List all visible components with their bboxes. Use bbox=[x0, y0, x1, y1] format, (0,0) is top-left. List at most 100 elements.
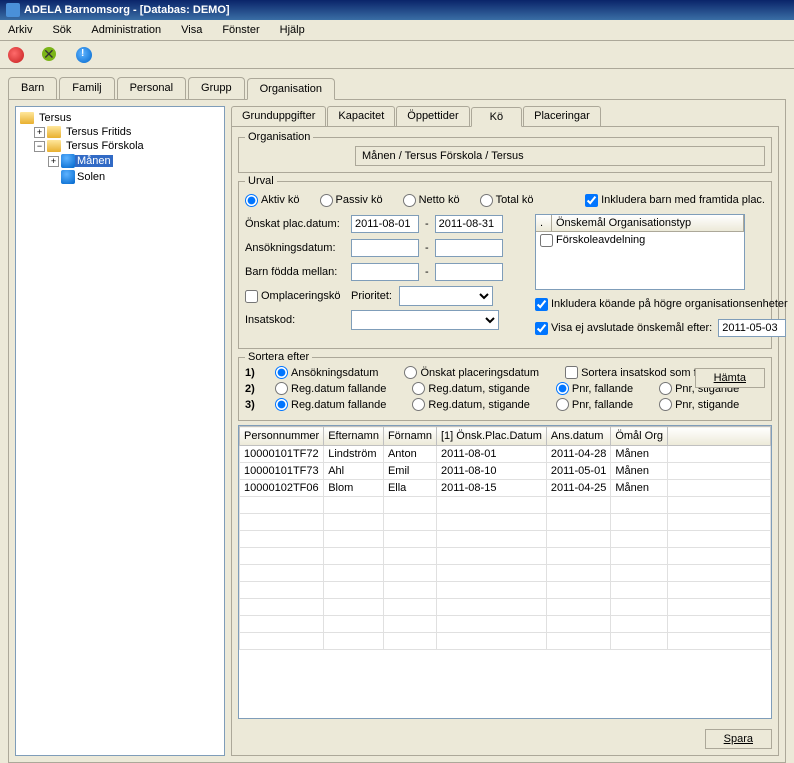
tree-node-fritids[interactable]: + Tersus Fritids bbox=[34, 125, 220, 139]
insatskod-select[interactable] bbox=[351, 310, 499, 330]
radio-netto[interactable]: Netto kö bbox=[403, 194, 460, 207]
radio-s3d[interactable]: Pnr, stigande bbox=[659, 398, 739, 411]
radio-s2a[interactable]: Reg.datum fallande bbox=[275, 382, 386, 395]
subtab-oppettider[interactable]: Öppettider bbox=[396, 106, 469, 126]
app-icon bbox=[6, 3, 20, 17]
expand-icon[interactable]: + bbox=[48, 156, 59, 167]
group-icon bbox=[61, 154, 75, 168]
radio-s2c[interactable]: Pnr, fallande bbox=[556, 382, 633, 395]
menu-arkiv[interactable]: Arkiv bbox=[4, 22, 36, 38]
sort-num-1: 1) bbox=[245, 367, 263, 379]
menu-hjalp[interactable]: Hjälp bbox=[276, 22, 309, 38]
table-header[interactable]: [1] Önsk.Plac.Datum bbox=[436, 427, 546, 446]
radio-aktiv[interactable]: Aktiv kö bbox=[245, 194, 300, 207]
table-row[interactable] bbox=[240, 565, 771, 582]
collapse-icon[interactable]: − bbox=[34, 141, 45, 152]
menu-visa[interactable]: Visa bbox=[177, 22, 206, 38]
data-table[interactable]: PersonnummerEfternamnFörnamn[1] Önsk.Pla… bbox=[238, 425, 772, 719]
tree-label: Tersus bbox=[37, 112, 73, 124]
table-header[interactable]: Förnamn bbox=[383, 427, 436, 446]
tab-grupp[interactable]: Grupp bbox=[188, 77, 245, 99]
table-row[interactable] bbox=[240, 514, 771, 531]
spara-button[interactable]: Spara bbox=[705, 729, 772, 749]
organisation-fieldset: Organisation Månen / Tersus Förskola / T… bbox=[238, 137, 772, 173]
tree-node-forskola[interactable]: − Tersus Förskola bbox=[34, 139, 220, 153]
sort-num-2: 2) bbox=[245, 383, 263, 395]
folder-icon bbox=[47, 140, 61, 152]
table-row[interactable]: 10000101TF73AhlEmil2011-08-102011-05-01M… bbox=[240, 463, 771, 480]
fodda-to-input[interactable] bbox=[435, 263, 503, 281]
subtab-ko[interactable]: Kö bbox=[471, 107, 522, 127]
date-to-input[interactable] bbox=[435, 215, 503, 233]
table-row[interactable] bbox=[240, 616, 771, 633]
list-item[interactable]: Förskoleavdelning bbox=[536, 232, 744, 249]
tree-root[interactable]: Tersus bbox=[20, 111, 220, 125]
tab-organisation[interactable]: Organisation bbox=[247, 78, 335, 100]
subtab-kapacitet[interactable]: Kapacitet bbox=[327, 106, 395, 126]
table-row[interactable] bbox=[240, 582, 771, 599]
check-show-unfinished[interactable]: Visa ej avslutade önskemål efter: bbox=[535, 322, 712, 335]
sub-tabs: Grunduppgifter Kapacitet Öppettider Kö P… bbox=[231, 106, 779, 126]
subtab-grund[interactable]: Grunduppgifter bbox=[231, 106, 326, 126]
tree-panel[interactable]: Tersus + Tersus Fritids − Tersus Förskol… bbox=[15, 106, 225, 756]
right-panel: Grunduppgifter Kapacitet Öppettider Kö P… bbox=[231, 106, 779, 756]
tab-barn[interactable]: Barn bbox=[8, 77, 57, 99]
tree-label: Solen bbox=[75, 171, 107, 183]
check-include-future[interactable]: Inkludera barn med framtida plac. bbox=[585, 194, 765, 207]
tab-personal[interactable]: Personal bbox=[117, 77, 186, 99]
fieldset-legend: Sortera efter bbox=[245, 351, 312, 363]
menu-sok[interactable]: Sök bbox=[48, 22, 75, 38]
unfinished-date-input[interactable] bbox=[718, 319, 786, 337]
tree-node-manen[interactable]: + Månen bbox=[48, 153, 220, 169]
table-row[interactable] bbox=[240, 548, 771, 565]
col-dot[interactable]: . bbox=[536, 215, 552, 231]
radio-passiv[interactable]: Passiv kö bbox=[320, 194, 383, 207]
menu-administration[interactable]: Administration bbox=[87, 22, 165, 38]
content-area: Tersus + Tersus Fritids − Tersus Förskol… bbox=[8, 99, 786, 763]
date-from-input[interactable] bbox=[351, 215, 419, 233]
label-fodda: Barn födda mellan: bbox=[245, 266, 345, 278]
radio-s1a[interactable]: Ansökningsdatum bbox=[275, 366, 378, 379]
ansok-to-input[interactable] bbox=[435, 239, 503, 257]
tree-label: Månen bbox=[75, 155, 113, 167]
table-row[interactable] bbox=[240, 531, 771, 548]
table-header[interactable]: Ömål Org bbox=[611, 427, 668, 446]
table-row[interactable]: 10000102TF06BlomElla2011-08-152011-04-25… bbox=[240, 480, 771, 497]
record-icon[interactable] bbox=[8, 47, 24, 63]
expand-icon[interactable]: + bbox=[34, 127, 45, 138]
fodda-from-input[interactable] bbox=[351, 263, 419, 281]
prioritet-select[interactable] bbox=[399, 286, 493, 306]
table-row[interactable] bbox=[240, 497, 771, 514]
label-onskat: Önskat plac.datum: bbox=[245, 218, 345, 230]
disconnect-icon[interactable] bbox=[42, 47, 58, 63]
radio-s3a[interactable]: Reg.datum fallande bbox=[275, 398, 386, 411]
radio-s2b[interactable]: Reg.datum, stigande bbox=[412, 382, 530, 395]
radio-total[interactable]: Total kö bbox=[480, 194, 534, 207]
urval-fieldset: Urval Aktiv kö Passiv kö Netto kö Total … bbox=[238, 181, 772, 349]
tree-label: Tersus Fritids bbox=[64, 126, 133, 138]
hamta-button[interactable]: Hämta bbox=[695, 368, 765, 388]
radio-s3c[interactable]: Pnr, fallande bbox=[556, 398, 633, 411]
table-row[interactable] bbox=[240, 633, 771, 650]
sub-content: Organisation Månen / Tersus Förskola / T… bbox=[231, 126, 779, 756]
check-omplac[interactable]: Omplaceringskö bbox=[245, 290, 345, 303]
table-row[interactable] bbox=[240, 599, 771, 616]
subtab-placeringar[interactable]: Placeringar bbox=[523, 106, 601, 126]
folder-icon bbox=[47, 126, 61, 138]
tree-node-solen[interactable]: Solen bbox=[48, 169, 220, 185]
radio-s1b[interactable]: Önskat placeringsdatum bbox=[404, 366, 539, 379]
table-header[interactable]: Efternamn bbox=[324, 427, 384, 446]
tab-familj[interactable]: Familj bbox=[59, 77, 114, 99]
col-orgtyp[interactable]: Önskemål Organisationstyp bbox=[552, 215, 744, 231]
table-row[interactable]: 10000101TF72LindströmAnton2011-08-012011… bbox=[240, 446, 771, 463]
check-include-higher[interactable]: Inkludera köande på högre organisationse… bbox=[535, 298, 788, 311]
orgtyp-list[interactable]: . Önskemål Organisationstyp Förskoleavde… bbox=[535, 214, 745, 290]
radio-s3b[interactable]: Reg.datum, stigande bbox=[412, 398, 530, 411]
menubar: Arkiv Sök Administration Visa Fönster Hj… bbox=[0, 20, 794, 41]
info-icon[interactable] bbox=[76, 47, 92, 63]
table-header[interactable]: Ans.datum bbox=[546, 427, 610, 446]
menu-fonster[interactable]: Fönster bbox=[218, 22, 263, 38]
ansok-from-input[interactable] bbox=[351, 239, 419, 257]
org-path: Månen / Tersus Förskola / Tersus bbox=[355, 146, 765, 166]
table-header[interactable]: Personnummer bbox=[240, 427, 324, 446]
